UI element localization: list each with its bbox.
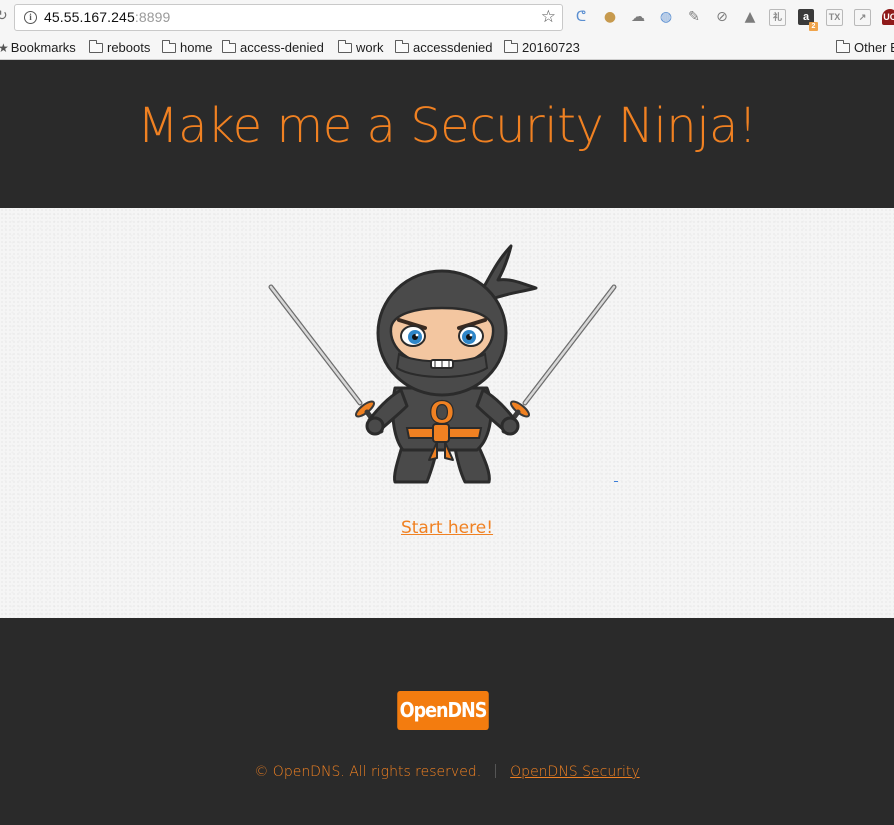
star-icon: ★ [0, 41, 9, 55]
main-content: O Start here! [0, 208, 894, 618]
jquery-icon[interactable]: ᕦ [572, 8, 590, 26]
page-title: Make me a Security Ninja! [137, 98, 757, 154]
folder-icon [394, 40, 409, 53]
tex-icon[interactable]: TX [826, 9, 843, 26]
bookmark-star-icon[interactable]: ☆ [541, 7, 556, 27]
url-port: :8899 [134, 9, 171, 25]
bookmark-folder-20160723[interactable]: 20160723 [503, 39, 580, 56]
folder-label: 20160723 [522, 40, 580, 55]
copyright-text: © OpenDNS. All rights reserved. [254, 764, 482, 780]
folder-label: home [180, 40, 213, 55]
folder-label: work [356, 40, 384, 55]
opendns-security-link[interactable]: OpenDNS Security [510, 764, 639, 780]
bookmark-folder-home[interactable]: home [161, 39, 213, 56]
warning-icon[interactable]: ▲ [741, 8, 759, 26]
site-header: Make me a Security Ninja! [0, 60, 894, 208]
folder-icon [161, 40, 176, 53]
decorative-dot [614, 481, 618, 482]
bookmark-folder-reboots[interactable]: reboots [88, 39, 151, 56]
browser-toolbar: ↻ i 45.55.167.245:8899 ☆ ᕦ ● ☁ ◍ ✎ ⊘ ▲ 礼… [0, 0, 894, 36]
bookmark-folder-work[interactable]: work [337, 39, 384, 56]
bookmarks-label: Bookmarks [10, 40, 76, 55]
bookmarks-button[interactable]: ★ Bookmarks [0, 39, 76, 57]
feather-icon[interactable]: ✎ [685, 8, 703, 26]
bookmark-folder-other[interactable]: Other B [835, 39, 894, 56]
amazon-icon[interactable]: a2 [798, 9, 818, 31]
cookie-icon[interactable]: ● [601, 8, 619, 26]
ublock-icon[interactable]: UO [882, 9, 894, 25]
site-footer: OpenDNS © OpenDNS. All rights reserved. O… [0, 618, 894, 825]
folder-icon [221, 40, 236, 53]
note-icon[interactable]: 礼 [769, 9, 786, 26]
amazon-letter: a [802, 11, 810, 23]
footer-text-row: © OpenDNS. All rights reserved. OpenDNS S… [0, 764, 894, 780]
compass-icon[interactable]: ⊘ [713, 8, 731, 26]
globe-icon[interactable]: ◍ [657, 8, 675, 26]
cloud-icon[interactable]: ☁ [629, 8, 647, 26]
folder-icon [503, 40, 518, 53]
folder-label: reboots [107, 40, 151, 55]
mascot-chest-letter: O [429, 396, 455, 431]
url-text[interactable]: 45.55.167.245:8899 [44, 9, 170, 25]
opendns-logo[interactable]: OpenDNS [397, 691, 489, 730]
info-icon[interactable]: i [24, 11, 37, 24]
folder-label: access-denied [240, 40, 324, 55]
reload-icon[interactable]: ↻ [0, 8, 8, 24]
folder-label: Other B [854, 40, 894, 55]
amazon-badge: 2 [809, 22, 818, 31]
folder-icon [835, 40, 850, 53]
bookmark-folder-access-denied[interactable]: access-denied [221, 39, 324, 56]
ninja-mascot-image: O [268, 244, 617, 484]
folder-icon [337, 40, 352, 53]
bookmark-folder-accessdenied[interactable]: accessdenied [394, 39, 493, 56]
folder-icon [88, 40, 103, 53]
footer-divider [495, 764, 497, 778]
url-host: 45.55.167.245 [44, 9, 135, 25]
image-icon[interactable]: ↗ [854, 9, 871, 26]
start-here-link[interactable]: Start here! [0, 518, 894, 538]
folder-label: accessdenied [413, 40, 493, 55]
bookmarks-bar: ★ Bookmarks reboots home access-denied wo… [0, 36, 894, 60]
address-bar[interactable]: i 45.55.167.245:8899 ☆ [14, 4, 563, 31]
